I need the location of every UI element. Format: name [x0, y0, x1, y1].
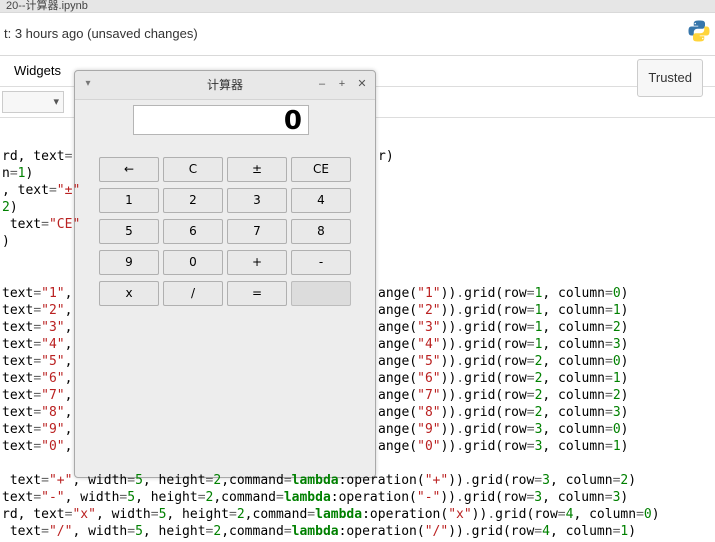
- display-value: 0: [284, 106, 302, 136]
- calc-button-4[interactable]: 4: [291, 188, 351, 213]
- code-line: text="1",: [2, 285, 72, 302]
- maximize-icon[interactable]: +: [335, 77, 349, 91]
- calc-row: 1234: [99, 188, 351, 213]
- calc-button-+[interactable]: +: [227, 250, 287, 275]
- calc-button-←[interactable]: ←: [99, 157, 159, 182]
- code-line: text="7",: [2, 387, 72, 404]
- autosave-status: t: 3 hours ago (unsaved changes): [4, 26, 198, 41]
- cell-type-select[interactable]: [2, 91, 64, 113]
- code-line: ange("7")).grid(row=2, column=2): [378, 387, 629, 404]
- code-line: , text="±": [2, 182, 80, 199]
- tab-label: 20--计算器.ipynb: [6, 0, 88, 12]
- calc-row: 90+-: [99, 250, 351, 275]
- code-line: text="+", width=5, height=2,command=lamb…: [2, 472, 636, 489]
- calc-button-empty: [291, 281, 351, 306]
- calc-button-9[interactable]: 9: [99, 250, 159, 275]
- code-line: text="CE": [2, 216, 80, 233]
- close-icon[interactable]: ✕: [355, 77, 369, 91]
- code-line: ange("3")).grid(row=1, column=2): [378, 319, 629, 336]
- code-line: ange("9")).grid(row=3, column=0): [378, 421, 629, 438]
- calc-row: x/=: [99, 281, 351, 306]
- calc-button--[interactable]: -: [291, 250, 351, 275]
- code-line: ): [2, 233, 10, 250]
- code-line: ange("4")).grid(row=1, column=3): [378, 336, 629, 353]
- calculator-keypad: ←C±CE 1234 5678 90+- x/=: [99, 157, 351, 312]
- app-icon: ▾: [81, 77, 95, 91]
- calc-button-8[interactable]: 8: [291, 219, 351, 244]
- code-line: ange("0")).grid(row=3, column=1): [378, 438, 629, 455]
- calculator-window: ▾ 计算器 – + ✕ 0 ←C±CE1234567890+-x/=: [74, 70, 376, 478]
- calc-row: ←C±CE: [99, 157, 351, 182]
- calc-button-CE[interactable]: CE: [291, 157, 351, 182]
- calc-button-2[interactable]: 2: [163, 188, 223, 213]
- code-line: text="0",: [2, 438, 72, 455]
- minimize-icon[interactable]: –: [315, 77, 329, 91]
- code-line: n=1): [2, 165, 33, 182]
- calc-button-1[interactable]: 1: [99, 188, 159, 213]
- trusted-label: Trusted: [648, 70, 692, 85]
- calc-button-=[interactable]: =: [227, 281, 287, 306]
- code-line: text="8",: [2, 404, 72, 421]
- calc-button-±[interactable]: ±: [227, 157, 287, 182]
- calc-button-5[interactable]: 5: [99, 219, 159, 244]
- code-line: r): [378, 148, 394, 165]
- code-line: text="3",: [2, 319, 72, 336]
- menu-widgets[interactable]: Widgets: [14, 63, 61, 78]
- browser-tab: 20--计算器.ipynb: [0, 0, 715, 12]
- code-line: text="2",: [2, 302, 72, 319]
- calc-button-x[interactable]: x: [99, 281, 159, 306]
- code-line: text="5",: [2, 353, 72, 370]
- code-line: text="4",: [2, 336, 72, 353]
- code-line: ange("6")).grid(row=2, column=1): [378, 370, 629, 387]
- code-line: ange("1")).grid(row=1, column=0): [378, 285, 629, 302]
- code-line: ange("2")).grid(row=1, column=1): [378, 302, 629, 319]
- code-line: rd, text=: [2, 148, 72, 165]
- code-line: ange("5")).grid(row=2, column=0): [378, 353, 629, 370]
- calc-button-/[interactable]: /: [163, 281, 223, 306]
- calc-button-0[interactable]: 0: [163, 250, 223, 275]
- calculator-titlebar[interactable]: ▾ 计算器 – + ✕: [75, 71, 375, 100]
- calc-button-6[interactable]: 6: [163, 219, 223, 244]
- calc-row: 5678: [99, 219, 351, 244]
- calc-button-7[interactable]: 7: [227, 219, 287, 244]
- code-line: text="/", width=5, height=2,command=lamb…: [2, 523, 636, 540]
- code-line: ange("8")).grid(row=2, column=3): [378, 404, 629, 421]
- code-line: rd, text="x", width=5, height=2,command=…: [2, 506, 660, 523]
- code-line: text="6",: [2, 370, 72, 387]
- calculator-display: 0: [133, 105, 309, 135]
- calc-button-3[interactable]: 3: [227, 188, 287, 213]
- code-line: text="-", width=5, height=2,command=lamb…: [2, 489, 628, 506]
- code-line: 2): [2, 199, 18, 216]
- autosave-status-row: t: 3 hours ago (unsaved changes): [0, 13, 715, 56]
- python-logo-icon: [687, 19, 711, 43]
- code-line: text="9",: [2, 421, 72, 438]
- calc-button-C[interactable]: C: [163, 157, 223, 182]
- calculator-title: 计算器: [207, 78, 243, 92]
